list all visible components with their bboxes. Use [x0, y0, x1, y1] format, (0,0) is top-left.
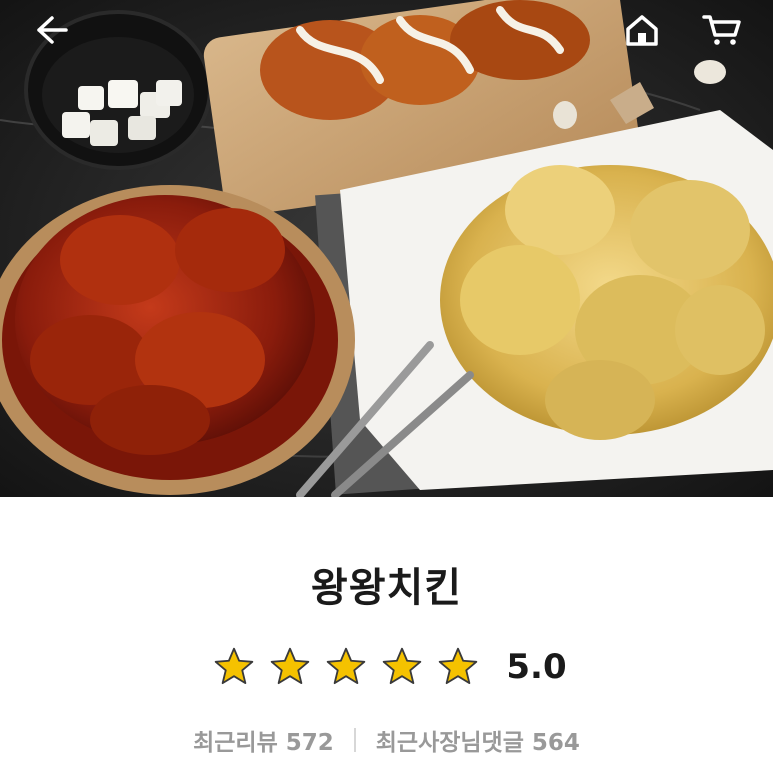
home-icon — [626, 15, 658, 46]
back-arrow-icon — [37, 16, 68, 44]
divider — [353, 728, 356, 752]
store-name: 왕왕치킨 — [310, 565, 463, 611]
star-icon — [439, 647, 478, 685]
star-icon — [271, 647, 310, 685]
recent-reviews-label: 최근리뷰 — [193, 730, 278, 756]
back-button[interactable] — [30, 10, 74, 50]
cart-button[interactable] — [700, 10, 744, 50]
star-icon — [327, 647, 366, 685]
owner-replies[interactable]: 최근사장님댓글 564 — [376, 723, 580, 757]
recent-reviews[interactable]: 최근리뷰 572 — [193, 723, 334, 757]
owner-replies-count: 564 — [531, 730, 580, 756]
hero-image — [0, 0, 773, 497]
store-info-panel: 왕왕치킨 5.0 최근리뷰 572 최근사장님댓글 564 — [0, 497, 773, 772]
star-icon — [215, 647, 254, 685]
rating-row: 5.0 — [0, 645, 773, 689]
star-rating — [206, 645, 486, 689]
food-photo — [0, 0, 773, 497]
rating-score: 5.0 — [506, 647, 567, 687]
star-icon — [383, 647, 422, 685]
home-button[interactable] — [620, 10, 664, 50]
cart-icon — [702, 15, 741, 45]
recent-reviews-count: 572 — [285, 730, 334, 756]
stats-row: 최근리뷰 572 최근사장님댓글 564 — [0, 723, 773, 757]
owner-replies-label: 최근사장님댓글 — [375, 730, 524, 756]
